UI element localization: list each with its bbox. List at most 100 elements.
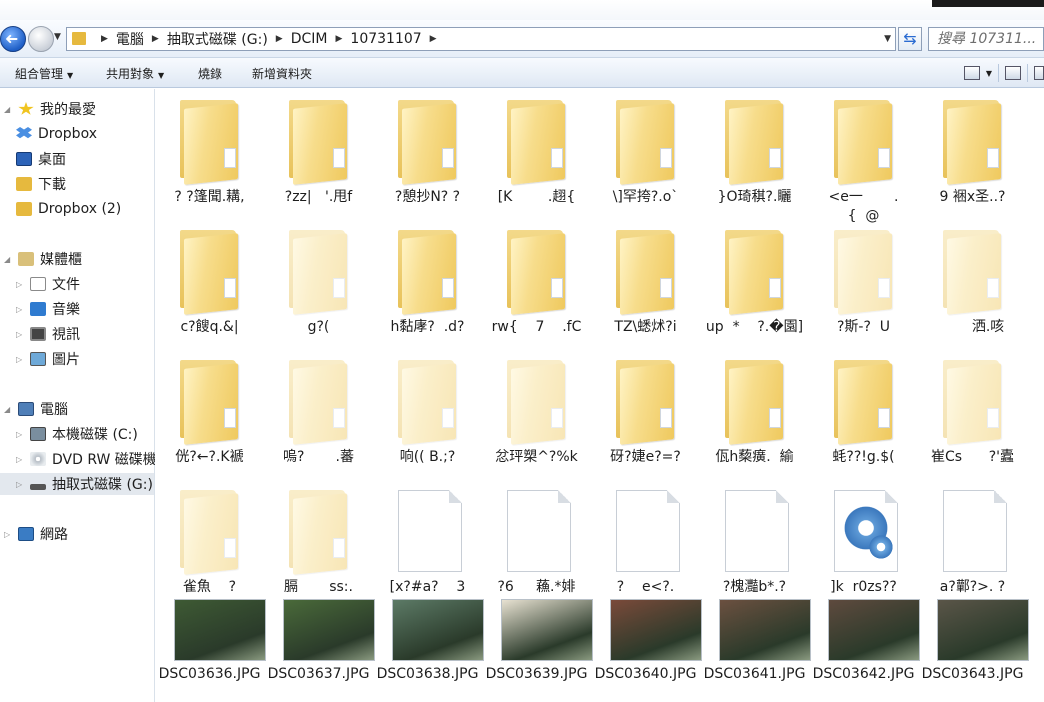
file-item[interactable]: a?鄿?>. ? (918, 484, 1027, 604)
folder-item[interactable]: 忿玶槊^?%k (482, 354, 591, 474)
search-box[interactable] (928, 27, 1044, 51)
expand-icon[interactable]: ▷ (16, 330, 26, 339)
sidebar-item-dvd[interactable]: ▷ DVD RW 磁碟機 (12, 448, 157, 470)
chevron-right-icon[interactable]: ▶ (276, 34, 283, 44)
sidebar-item-computer[interactable]: ◢ 電腦 (0, 398, 68, 420)
expand-icon[interactable]: ▷ (16, 305, 26, 314)
folder-item[interactable]: TZ\蟋炢?i (591, 224, 700, 344)
folder-item[interactable]: 响(( B.;? (373, 354, 482, 474)
folder-item[interactable]: rw{ 7 .fC (482, 224, 591, 344)
breadcrumb-dcim[interactable]: DCIM (291, 31, 328, 47)
folder-item[interactable]: }O琦稘?.矖 (700, 94, 809, 214)
sidebar-item-label: 我的最愛 (40, 102, 96, 118)
change-view-icon[interactable] (963, 66, 980, 80)
sidebar-item-desktop[interactable]: 桌面 (12, 148, 66, 170)
sidebar-item-favorites[interactable]: ◢ 我的最愛 (0, 98, 96, 120)
sidebar-item-music[interactable]: ▷ 音樂 (12, 298, 80, 320)
breadcrumb-computer[interactable]: 電腦 (116, 29, 144, 49)
chevron-right-icon[interactable]: ▶ (430, 34, 437, 44)
folder-item[interactable]: \]罕挎?.o` (591, 94, 700, 214)
forward-button[interactable] (28, 26, 54, 52)
sidebar-item-libraries[interactable]: ◢ 媒體櫃 (0, 248, 82, 270)
search-input[interactable] (937, 29, 1044, 49)
photo-item[interactable]: DSC03639.JPG (482, 599, 593, 702)
file-item[interactable]: ]k r0zs?? (809, 484, 918, 604)
folder-item[interactable]: 砑?婕e?=? (591, 354, 700, 474)
file-item[interactable]: [x?#a? 3 (373, 484, 482, 604)
photo-item[interactable]: DSC03640.JPG (591, 599, 702, 702)
photo-item[interactable]: DSC03637.JPG (264, 599, 375, 702)
preview-pane-icon[interactable] (1005, 66, 1021, 80)
folder-item[interactable]: 佤h蔾癀. 緰 (700, 354, 809, 474)
chevron-right-icon[interactable]: ▶ (101, 34, 108, 44)
item-name: 佤h蔾癀. 緰 (715, 449, 794, 465)
folder-item[interactable]: ?zz| '.甩f (264, 94, 373, 214)
refresh-button[interactable]: ⇆ (898, 27, 922, 51)
folder-item[interactable]: ?斯-? U (809, 224, 918, 344)
expand-icon[interactable]: ◢ (4, 105, 14, 114)
expand-icon[interactable]: ◢ (4, 255, 14, 264)
chevron-right-icon[interactable]: ▶ (152, 34, 159, 44)
titlebar-fragment (932, 0, 1044, 7)
recent-pages-dropdown[interactable]: ▼ (54, 32, 61, 42)
expand-icon[interactable]: ▷ (4, 530, 14, 539)
expand-icon[interactable]: ▷ (16, 280, 26, 289)
file-item[interactable]: ? e<?. (591, 484, 700, 604)
sidebar-item-downloads[interactable]: 下載 (12, 173, 66, 195)
navigation-pane: ◢ 我的最愛 Dropbox 桌面 下載 Dropbox (2) ◢ 媒體櫃 ▷ 文件… (0, 89, 157, 702)
folder-item[interactable]: 膈 ss:. (264, 484, 373, 604)
photo-item[interactable]: DSC03641.JPG (700, 599, 811, 702)
photo-thumbnail (610, 599, 702, 661)
back-button[interactable] (0, 26, 26, 52)
breadcrumb-drive[interactable]: 抽取式磁碟 (G:) (167, 29, 268, 49)
folder-item[interactable]: 洒.咳 (918, 224, 1027, 344)
sidebar-item-drive-c[interactable]: ▷ 本機磁碟 (C:) (12, 423, 138, 445)
help-icon[interactable] (1034, 66, 1044, 80)
folder-item[interactable]: 崔Cs ?'蠹 (918, 354, 1027, 474)
expand-icon[interactable]: ▷ (16, 455, 26, 464)
expand-icon[interactable]: ◢ (4, 405, 14, 414)
photo-item[interactable]: DSC03643.JPG (918, 599, 1029, 702)
photo-item[interactable]: DSC03636.JPG (155, 599, 266, 702)
folder-item[interactable]: c?餿q.&| (155, 224, 264, 344)
folder-item[interactable]: ? ?篷聞.耩, (155, 94, 264, 214)
file-item[interactable]: ?6 蘓.*婔 (482, 484, 591, 604)
folder-item[interactable]: [K .趐{ (482, 94, 591, 214)
folder-icon (289, 360, 349, 445)
folder-item[interactable]: h黏庨? .d? (373, 224, 482, 344)
expand-icon[interactable]: ▷ (16, 355, 26, 364)
sidebar-item-dropbox-2[interactable]: Dropbox (2) (12, 198, 121, 220)
folder-item[interactable]: 雀魚 ? (155, 484, 264, 604)
sidebar-item-videos[interactable]: ▷ 視訊 (12, 323, 80, 345)
breadcrumb-folder[interactable]: 10731107 (350, 31, 421, 47)
folder-item[interactable]: 9 裍x圣..? (918, 94, 1027, 214)
sidebar-item-network[interactable]: ▷ 網路 (0, 523, 68, 545)
new-folder-button[interactable]: 新增資料夾 (252, 65, 312, 82)
folder-item[interactable]: 蚝??!g.$( (809, 354, 918, 474)
folder-item[interactable]: 嗚? .蕃 (264, 354, 373, 474)
folder-item[interactable]: <e一 . { @ (809, 94, 918, 224)
folder-item[interactable]: g?( (264, 224, 373, 344)
file-item[interactable]: ?槐灩b*.? (700, 484, 809, 604)
chevron-down-icon[interactable]: ▼ (884, 34, 891, 44)
folder-item[interactable]: 侊?←?.K褫 (155, 354, 264, 474)
folder-item[interactable]: up * ?.�園] (700, 224, 809, 344)
expand-icon[interactable]: ▷ (16, 480, 26, 489)
sidebar-item-documents[interactable]: ▷ 文件 (12, 273, 80, 295)
share-button[interactable]: 共用對象 ▼ (106, 65, 164, 82)
sidebar-item-dropbox[interactable]: Dropbox (12, 123, 97, 145)
chevron-right-icon[interactable]: ▶ (335, 34, 342, 44)
organize-button[interactable]: 組合管理 ▼ (15, 65, 73, 82)
item-name: ? e<?. (616, 579, 675, 595)
address-bar[interactable]: ▶ 電腦 ▶ 抽取式磁碟 (G:) ▶ DCIM ▶ 10731107 ▶ ▼ (66, 27, 896, 51)
sidebar-item-drive-g[interactable]: ▷ 抽取式磁碟 (G:) (0, 473, 154, 495)
photo-item[interactable]: DSC03642.JPG (809, 599, 920, 702)
folder-item[interactable]: ?憩抄N? ? (373, 94, 482, 214)
sidebar-item-label: 本機磁碟 (C:) (52, 427, 138, 443)
chevron-down-icon[interactable]: ▼ (986, 69, 992, 78)
sidebar-item-pictures[interactable]: ▷ 圖片 (12, 348, 80, 370)
expand-icon[interactable]: ▷ (16, 430, 26, 439)
item-name: rw{ 7 .fC (491, 319, 582, 335)
burn-button[interactable]: 燒錄 (198, 65, 222, 82)
photo-item[interactable]: DSC03638.JPG (373, 599, 484, 702)
